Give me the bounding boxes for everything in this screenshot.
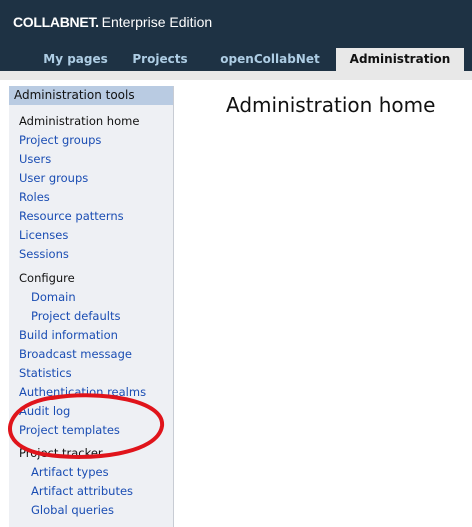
tab-administration[interactable]: Administration xyxy=(336,48,464,71)
sidebar-item-administration-home: Administration home xyxy=(19,114,140,128)
brand-name: COLLABNET. xyxy=(13,14,99,30)
brand-edition: Enterprise Edition xyxy=(101,14,213,30)
sidebar-header: Administration tools xyxy=(9,86,173,105)
sidebar-item-roles[interactable]: Roles xyxy=(19,190,50,204)
sidebar-section-configure: Configure xyxy=(19,271,75,285)
tab-projects[interactable]: Projects xyxy=(124,47,196,71)
sidebar-item-audit-log[interactable]: Audit log xyxy=(19,404,70,418)
tab-opencollabnet[interactable]: openCollabNet xyxy=(208,47,332,71)
tab-strip xyxy=(0,71,472,80)
sidebar-item-domain[interactable]: Domain xyxy=(31,290,76,304)
sidebar-item-statistics[interactable]: Statistics xyxy=(19,366,72,380)
admin-sidebar: Administration tools Administration home… xyxy=(9,86,174,527)
sidebar-section-project-tracker: Project tracker xyxy=(19,446,103,460)
sidebar-item-licenses[interactable]: Licenses xyxy=(19,228,68,242)
tab-my-pages[interactable]: My pages xyxy=(37,47,114,71)
main-tabs: My pages Projects openCollabNet Administ… xyxy=(0,47,472,71)
sidebar-item-authentication-realms[interactable]: Authentication realms xyxy=(19,385,146,399)
page-title: Administration home xyxy=(226,93,436,117)
sidebar-item-build-information[interactable]: Build information xyxy=(19,328,118,342)
top-bar: COLLABNET. Enterprise Edition My pages Pr… xyxy=(0,0,472,75)
brand-logo: COLLABNET. Enterprise Edition xyxy=(13,14,212,30)
sidebar-item-project-defaults[interactable]: Project defaults xyxy=(31,309,120,323)
sidebar-item-broadcast-message[interactable]: Broadcast message xyxy=(19,347,132,361)
sidebar-item-global-queries[interactable]: Global queries xyxy=(31,503,114,517)
sidebar-item-users[interactable]: Users xyxy=(19,152,51,166)
sidebar-item-artifact-attributes[interactable]: Artifact attributes xyxy=(31,484,133,498)
sidebar-item-artifact-types[interactable]: Artifact types xyxy=(31,465,109,479)
sidebar-item-sessions[interactable]: Sessions xyxy=(19,247,69,261)
sidebar-item-project-groups[interactable]: Project groups xyxy=(19,133,101,147)
sidebar-item-user-groups[interactable]: User groups xyxy=(19,171,88,185)
sidebar-item-resource-patterns[interactable]: Resource patterns xyxy=(19,209,124,223)
sidebar-item-project-templates[interactable]: Project templates xyxy=(19,423,120,437)
